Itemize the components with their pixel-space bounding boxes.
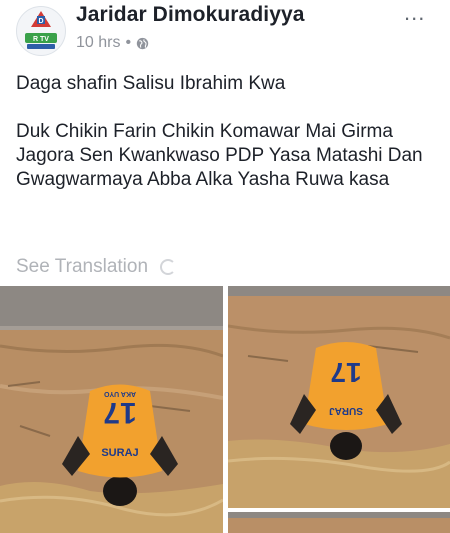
meta-separator: • xyxy=(125,34,132,51)
see-translation-label: See Translation xyxy=(16,256,149,277)
jersey-name-2: SURAJ xyxy=(329,405,363,416)
photo-1[interactable]: 17 SURAJ AKA UYO xyxy=(0,286,223,533)
more-options-icon[interactable]: ... xyxy=(404,0,425,26)
jersey-number-1: 17 xyxy=(103,396,136,429)
jersey-number-2: 17 xyxy=(330,357,361,388)
see-translation-button[interactable]: See Translation xyxy=(16,256,177,278)
photo-3[interactable] xyxy=(228,512,450,533)
svg-text:R TV: R TV xyxy=(33,36,49,43)
avatar-logo: D R TV xyxy=(18,8,64,54)
spinner-icon xyxy=(160,259,177,275)
author-name[interactable]: Jaridar Dimokuradiyya xyxy=(76,3,305,27)
globe-icon[interactable] xyxy=(136,37,149,50)
photo-2[interactable]: 17 SURAJ xyxy=(228,286,450,508)
jersey-name-1: SURAJ xyxy=(101,447,138,459)
svg-text:D: D xyxy=(38,18,43,25)
post-header: D R TV Jaridar Dimokuradiyya 10 hrs • ..… xyxy=(0,0,450,62)
photo-grid: 17 SURAJ AKA UYO 17 SURAJ xyxy=(0,286,450,533)
photo-3-image xyxy=(228,512,450,533)
photo-1-image: 17 SURAJ AKA UYO xyxy=(0,286,223,533)
avatar[interactable]: D R TV xyxy=(16,6,66,56)
photo-2-image: 17 SURAJ xyxy=(228,286,450,508)
post-text-line2: Duk Chikin Farin Chikin Komawar Mai Girm… xyxy=(16,121,423,190)
post-meta: 10 hrs • xyxy=(76,34,149,52)
post-text-line1: Daga shafin Salisu Ibrahim Kwa xyxy=(16,73,286,94)
post-text: Daga shafin Salisu Ibrahim Kwa Duk Chiki… xyxy=(16,72,436,192)
jersey-subtext-1: AKA UYO xyxy=(103,390,136,397)
post-time[interactable]: 10 hrs xyxy=(76,34,120,52)
